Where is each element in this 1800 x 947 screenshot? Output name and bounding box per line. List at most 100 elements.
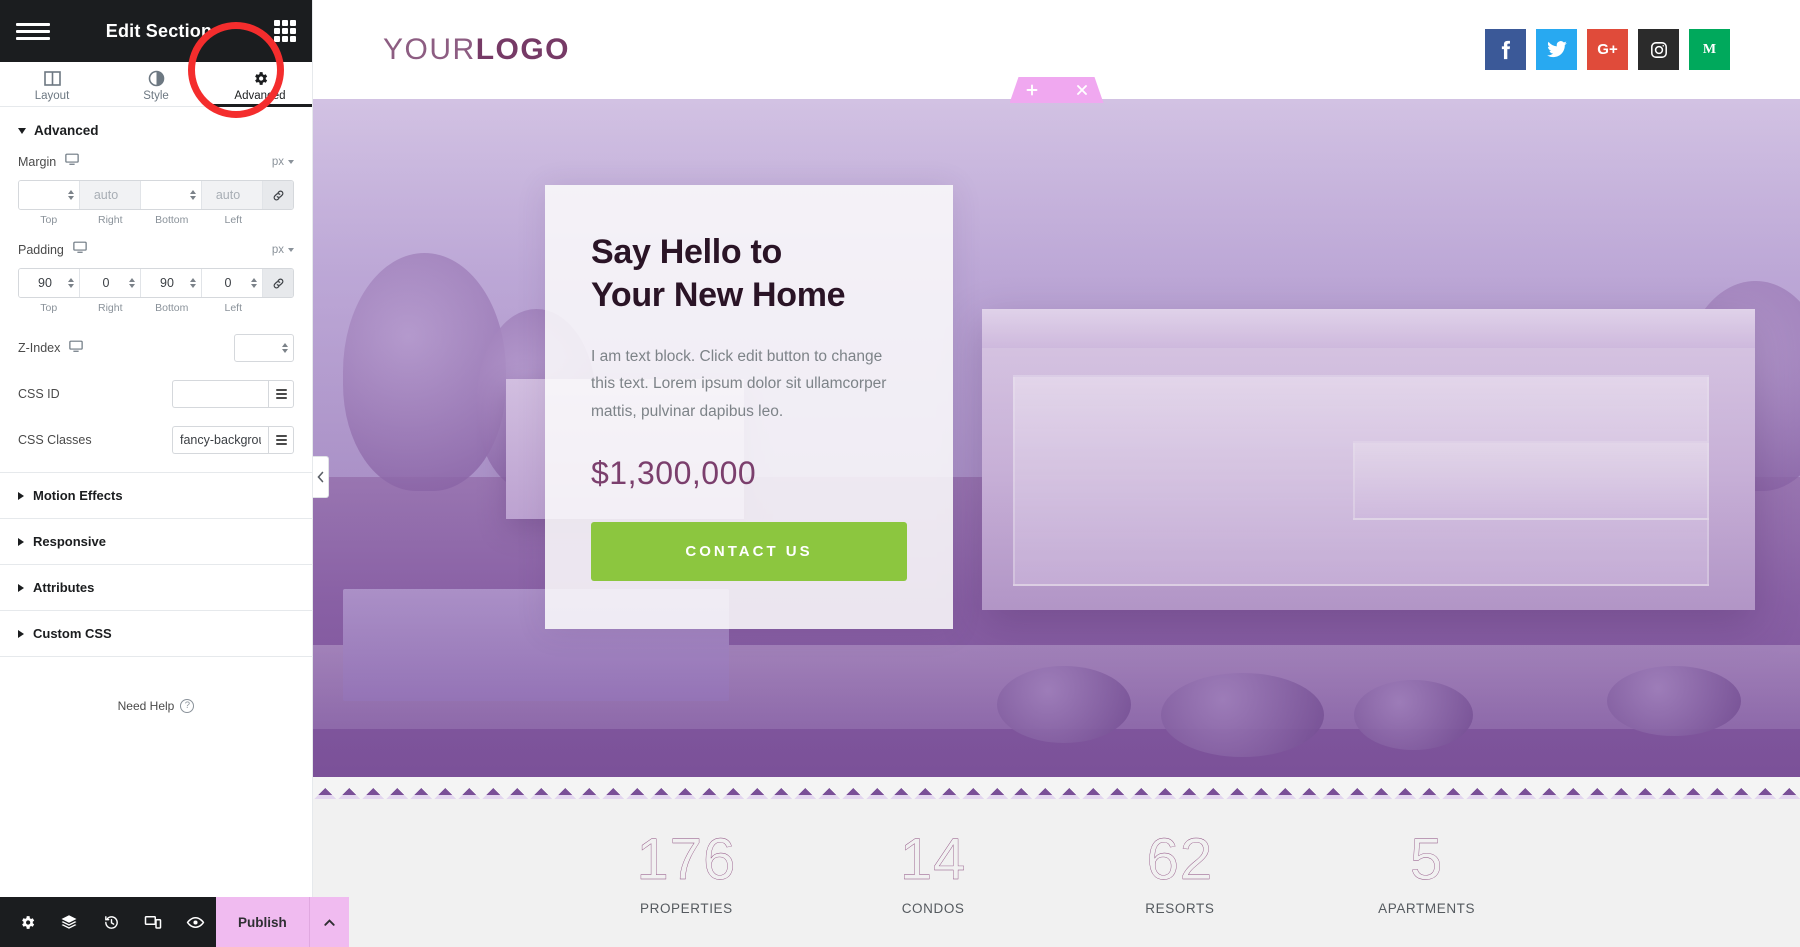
- padding-bottom-cell[interactable]: [141, 269, 202, 297]
- padding-control: Padding px 90 0 90 0 Top Right Bottom Le…: [0, 240, 312, 314]
- hero-overlay: [313, 99, 1800, 799]
- contrast-circle-icon: [148, 70, 165, 87]
- tab-style-label: Style: [143, 89, 169, 102]
- hamburger-menu-icon[interactable]: [16, 22, 50, 40]
- margin-right-input[interactable]: [80, 188, 140, 202]
- desktop-icon[interactable]: [69, 339, 84, 358]
- css-id-control: CSS ID: [0, 380, 312, 408]
- plus-icon[interactable]: [1026, 84, 1038, 96]
- desktop-icon[interactable]: [65, 152, 79, 171]
- caret-right-icon: [18, 491, 24, 500]
- margin-inputs: [18, 180, 294, 210]
- margin-left-input[interactable]: [202, 188, 262, 202]
- instagram-icon[interactable]: [1638, 29, 1679, 70]
- accordion-custom-css[interactable]: Custom CSS: [0, 611, 312, 657]
- editor-panel: Edit Section Layout Style Advanced Advan…: [0, 0, 349, 947]
- margin-control: Margin px auto auto Top Right Bottom Lef…: [0, 152, 312, 226]
- accordion-responsive-label: Responsive: [33, 534, 106, 549]
- padding-left-cell[interactable]: [202, 269, 263, 297]
- margin-caption-top: Top: [40, 214, 58, 226]
- layout-columns-icon: [43, 70, 61, 87]
- padding-unit-selector[interactable]: px: [272, 244, 294, 256]
- facebook-icon[interactable]: [1485, 29, 1526, 70]
- history-revisions-icon[interactable]: [90, 897, 132, 947]
- settings-gear-icon[interactable]: [6, 897, 48, 947]
- css-classes-field[interactable]: [172, 426, 268, 454]
- accordion-responsive[interactable]: Responsive: [0, 519, 312, 565]
- publish-button[interactable]: Publish: [216, 897, 309, 947]
- hero-heading-line1: Say Hello to: [591, 233, 783, 271]
- margin-bottom-stepper[interactable]: [190, 190, 196, 200]
- accordion-motion-effects[interactable]: Motion Effects: [0, 472, 312, 519]
- hero-price: $1,300,000: [591, 454, 757, 491]
- margin-unit-label: px: [271, 155, 284, 168]
- margin-link-values-button[interactable]: [263, 181, 293, 209]
- css-classes-input[interactable]: [173, 427, 268, 453]
- twitter-icon[interactable]: [1536, 29, 1577, 70]
- margin-unit-selector[interactable]: px: [272, 156, 294, 168]
- dynamic-tags-icon[interactable]: [268, 426, 294, 454]
- stat-label: CONDOS: [901, 900, 965, 916]
- hero-paragraph: I am text block. Click edit button to ch…: [591, 348, 887, 420]
- section-toolbar[interactable]: [1010, 77, 1104, 103]
- layers-navigator-icon[interactable]: [48, 897, 90, 947]
- apps-grid-icon[interactable]: [274, 20, 296, 42]
- google-plus-icon[interactable]: G+: [1587, 29, 1628, 70]
- hero-section[interactable]: Say Hello to Your New Home I am text blo…: [313, 99, 1800, 799]
- z-index-field[interactable]: [234, 334, 294, 362]
- padding-link-values-button[interactable]: [263, 269, 293, 297]
- caret-right-icon: [18, 537, 24, 546]
- margin-top-cell[interactable]: [19, 181, 80, 209]
- chevron-down-icon: [288, 247, 294, 252]
- panel-body: Advanced Margin px auto auto Top Right B…: [0, 107, 312, 897]
- need-help-link[interactable]: Need Help ?: [0, 699, 312, 713]
- accordion-attributes[interactable]: Attributes: [0, 565, 312, 611]
- margin-caption-bottom: Bottom: [155, 214, 189, 226]
- padding-top-cell[interactable]: [19, 269, 80, 297]
- panel-title: Edit Section: [105, 20, 213, 41]
- css-classes-label: CSS Classes: [18, 433, 92, 447]
- responsive-mode-icon[interactable]: [132, 897, 174, 947]
- stat-number: 62: [1146, 826, 1214, 892]
- padding-top-stepper[interactable]: [68, 278, 74, 288]
- css-id-input[interactable]: [173, 381, 268, 407]
- padding-left-stepper[interactable]: [251, 278, 257, 288]
- padding-caption-right: Right: [97, 302, 123, 314]
- padding-right-stepper[interactable]: [129, 278, 135, 288]
- chevron-up-icon[interactable]: [308, 897, 349, 947]
- medium-icon[interactable]: M: [1689, 29, 1730, 70]
- margin-caption-right: Right: [97, 214, 123, 226]
- zigzag-divider: [313, 777, 1800, 799]
- padding-captions: Top Right Bottom Left: [18, 302, 294, 314]
- desktop-icon[interactable]: [73, 240, 87, 259]
- padding-bottom-stepper[interactable]: [190, 278, 196, 288]
- padding-inputs: [18, 268, 294, 298]
- tab-advanced[interactable]: Advanced: [208, 62, 312, 107]
- preview-eye-icon[interactable]: [174, 897, 216, 947]
- site-logo[interactable]: YOURLOGO: [383, 33, 570, 67]
- css-classes-control: CSS Classes: [0, 426, 312, 454]
- margin-top-stepper[interactable]: [68, 190, 74, 200]
- tab-layout[interactable]: Layout: [0, 62, 104, 106]
- tab-style[interactable]: Style: [104, 62, 208, 106]
- need-help-label: Need Help: [117, 699, 175, 713]
- margin-bottom-cell[interactable]: [141, 181, 202, 209]
- hero-card[interactable]: Say Hello to Your New Home I am text blo…: [545, 185, 953, 629]
- close-x-icon[interactable]: [1076, 84, 1088, 96]
- caret-right-icon: [18, 583, 24, 592]
- padding-label: Padding: [18, 242, 64, 257]
- hero-heading: Say Hello to Your New Home: [591, 231, 907, 317]
- css-id-field[interactable]: [172, 380, 268, 408]
- padding-right-cell[interactable]: [80, 269, 141, 297]
- z-index-stepper[interactable]: [282, 343, 288, 353]
- panel-collapse-toggle[interactable]: [313, 456, 329, 498]
- dynamic-tags-icon[interactable]: [268, 380, 294, 408]
- margin-left-cell[interactable]: [202, 181, 263, 209]
- margin-right-cell[interactable]: [80, 181, 141, 209]
- advanced-section-title: Advanced: [34, 123, 99, 138]
- panel-footer-icons: [0, 897, 216, 947]
- contact-us-button[interactable]: CONTACT US: [591, 521, 907, 581]
- accordion-attributes-label: Attributes: [33, 580, 95, 595]
- advanced-section-header[interactable]: Advanced: [0, 107, 312, 152]
- z-index-label: Z-Index: [18, 341, 61, 355]
